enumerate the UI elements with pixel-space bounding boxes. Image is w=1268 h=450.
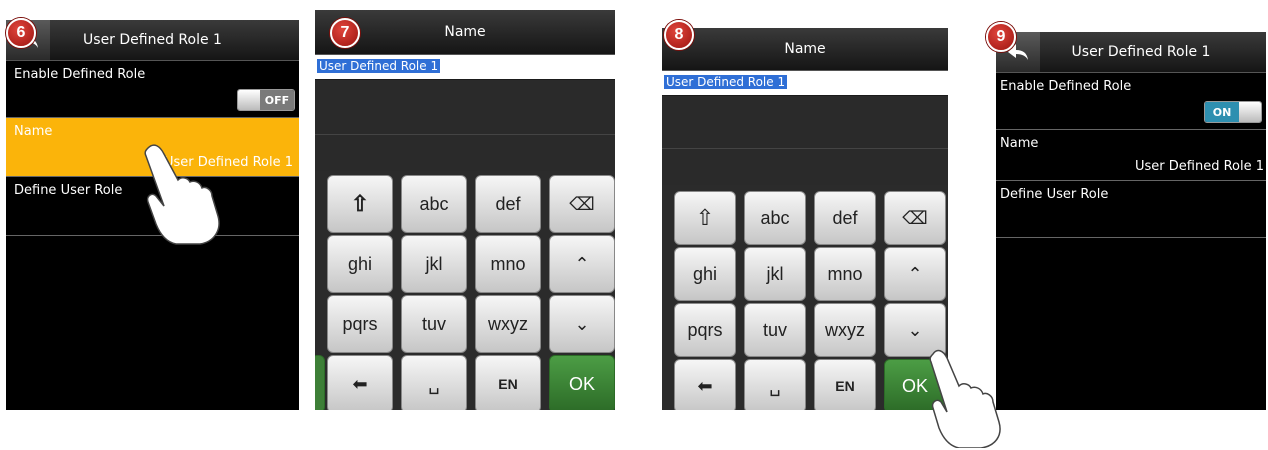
- key-space[interactable]: ␣: [744, 359, 806, 410]
- name-value: User Defined Role 1: [1135, 159, 1264, 174]
- header-title: User Defined Role 1: [83, 32, 222, 48]
- suggestion-row-2: [315, 135, 615, 172]
- toggle-knob: [238, 90, 260, 110]
- step-badge-7: 7: [330, 18, 360, 48]
- key-left-edge: [315, 355, 325, 410]
- header: Name: [662, 28, 948, 71]
- key-pqrs[interactable]: pqrs: [674, 303, 736, 357]
- toggle-text: OFF: [260, 90, 294, 110]
- key-backspace[interactable]: ⌫: [884, 191, 946, 245]
- key-up[interactable]: ⌃: [884, 247, 946, 301]
- key-back[interactable]: ⬅: [327, 355, 393, 410]
- header-title: User Defined Role 1: [1071, 44, 1211, 60]
- key-backspace[interactable]: ⌫: [549, 175, 615, 233]
- header: Name: [315, 10, 615, 55]
- header-title: Name: [444, 24, 486, 40]
- enable-label: Enable Defined Role: [1000, 79, 1132, 94]
- name-input[interactable]: User Defined Role 1: [662, 71, 948, 95]
- key-wxyz[interactable]: wxyz: [814, 303, 876, 357]
- key-def[interactable]: def: [814, 191, 876, 245]
- keyboard: ⇧ abc def ⌫ ghi jkl mno ⌃ pqrs tuv wxyz …: [315, 171, 615, 410]
- key-pqrs[interactable]: pqrs: [327, 295, 393, 353]
- define-label: Define User Role: [14, 183, 123, 198]
- row-enable-defined-role[interactable]: Enable Defined Role ON: [996, 73, 1266, 130]
- screen-step-9: User Defined Role 1 Enable Defined Role …: [996, 32, 1266, 410]
- row-enable-defined-role[interactable]: Enable Defined Role OFF: [6, 61, 299, 118]
- key-tuv[interactable]: tuv: [744, 303, 806, 357]
- toggle-knob: [1239, 102, 1261, 122]
- key-def[interactable]: def: [475, 175, 541, 233]
- name-label: Name: [1000, 136, 1039, 151]
- key-mno[interactable]: mno: [814, 247, 876, 301]
- key-wxyz[interactable]: wxyz: [475, 295, 541, 353]
- key-abc[interactable]: abc: [401, 175, 467, 233]
- key-shift[interactable]: ⇧: [327, 175, 393, 233]
- key-tuv[interactable]: tuv: [401, 295, 467, 353]
- name-label: Name: [14, 124, 53, 139]
- pointing-hand-icon: [144, 144, 220, 245]
- input-text: User Defined Role 1: [317, 59, 441, 73]
- key-abc[interactable]: abc: [744, 191, 806, 245]
- key-ghi[interactable]: ghi: [327, 235, 393, 293]
- enable-toggle[interactable]: ON: [1204, 101, 1262, 123]
- key-space[interactable]: ␣: [401, 355, 467, 410]
- key-down[interactable]: ⌄: [549, 295, 615, 353]
- key-en[interactable]: EN: [475, 355, 541, 410]
- suggestion-row-1: [662, 96, 948, 149]
- name-input[interactable]: User Defined Role 1: [315, 55, 615, 79]
- step-badge-9: 9: [986, 22, 1016, 52]
- key-en[interactable]: EN: [814, 359, 876, 410]
- suggestion-row-1: [315, 80, 615, 135]
- enable-label: Enable Defined Role: [14, 67, 146, 82]
- pointing-hand-icon: [929, 349, 1001, 448]
- key-back[interactable]: ⬅: [674, 359, 736, 410]
- suggestion-row-2: [662, 149, 948, 186]
- key-ok[interactable]: OK: [549, 355, 615, 410]
- header-title: Name: [784, 41, 826, 57]
- row-define-user-role[interactable]: Define User Role: [996, 181, 1266, 238]
- define-label: Define User Role: [1000, 187, 1109, 202]
- enable-toggle[interactable]: OFF: [237, 89, 295, 111]
- header: User Defined Role 1: [6, 20, 299, 61]
- key-ghi[interactable]: ghi: [674, 247, 736, 301]
- key-shift[interactable]: ⇧: [674, 191, 736, 245]
- row-name[interactable]: Name User Defined Role 1: [996, 130, 1266, 181]
- screen-step-8: Name User Defined Role 1 ⇧ abc def ⌫ ghi…: [662, 28, 948, 410]
- key-mno[interactable]: mno: [475, 235, 541, 293]
- key-jkl[interactable]: jkl: [401, 235, 467, 293]
- input-text: User Defined Role 1: [664, 75, 788, 89]
- key-jkl[interactable]: jkl: [744, 247, 806, 301]
- screen-step-7: Name User Defined Role 1 ⇧ abc def ⌫ ghi…: [315, 10, 615, 410]
- key-up[interactable]: ⌃: [549, 235, 615, 293]
- step-badge-8: 8: [664, 20, 694, 50]
- keyboard: ⇧ abc def ⌫ ghi jkl mno ⌃ pqrs tuv wxyz …: [662, 185, 948, 410]
- toggle-text: ON: [1205, 102, 1239, 122]
- step-badge-6: 6: [6, 18, 36, 48]
- header: User Defined Role 1: [996, 32, 1266, 73]
